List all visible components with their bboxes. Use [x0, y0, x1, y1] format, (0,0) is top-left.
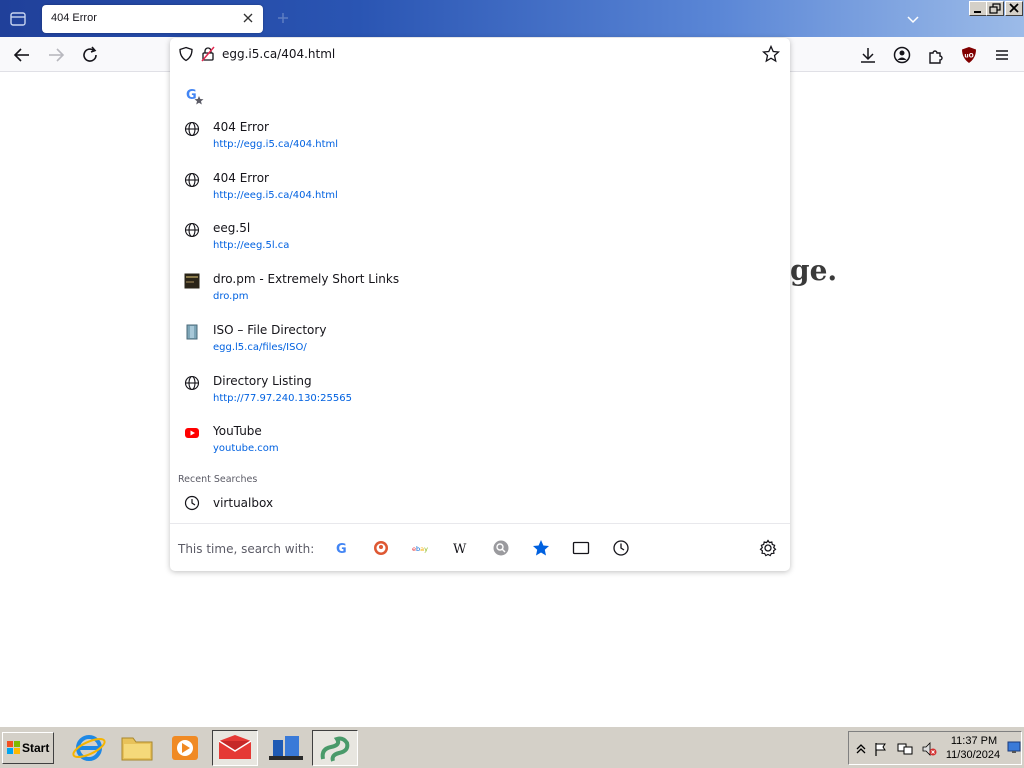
result-item[interactable]: YouTube youtube.com — [170, 421, 790, 467]
extensions-icon[interactable] — [926, 45, 946, 65]
clock-date[interactable]: 11/30/2024 — [943, 749, 1003, 761]
search-engine-icon[interactable] — [491, 538, 511, 558]
insecure-lock-icon[interactable] — [200, 46, 216, 62]
system-tray: 11:37 PM 11/30/2024 — [848, 731, 1022, 765]
back-icon[interactable] — [12, 45, 32, 65]
tracking-protection-shield-icon[interactable] — [178, 46, 194, 62]
duckduckgo-icon[interactable] — [371, 538, 391, 558]
dropm-favicon-icon — [184, 273, 200, 289]
svg-text:uO: uO — [964, 53, 973, 60]
svg-text:G: G — [336, 542, 347, 557]
action-center-flag-icon[interactable] — [873, 741, 889, 757]
bookmarks-star-icon[interactable] — [531, 538, 551, 558]
start-button[interactable]: Start — [2, 732, 54, 764]
taskbar-app-firefox[interactable] — [212, 730, 258, 766]
result-url: http://egg.i5.ca/404.html — [213, 139, 339, 150]
network-app-icon[interactable] — [263, 730, 309, 766]
result-url: egg.l5.ca/files/ISO/ — [213, 342, 307, 353]
gear-icon[interactable] — [758, 538, 778, 558]
result-url: dro.pm — [213, 291, 249, 302]
new-tab-icon[interactable] — [276, 11, 290, 25]
google-icon[interactable]: G — [332, 538, 352, 558]
iso-favicon-icon — [186, 324, 198, 340]
minimize-button[interactable] — [969, 1, 987, 16]
chevron-up-icon[interactable] — [853, 741, 869, 757]
search-with-bar: This time, search with: G ebay W — [170, 523, 790, 571]
recent-search-text: virtualbox — [213, 496, 274, 510]
windows-logo-icon — [7, 741, 20, 754]
forward-icon[interactable] — [46, 45, 66, 65]
result-item[interactable]: eeg.5l http://eeg.5l.ca — [170, 218, 790, 264]
result-item[interactable]: dro.pm - Extremely Short Links dro.pm — [170, 269, 790, 315]
tab-title: 404 Error — [51, 12, 97, 24]
history-icon[interactable] — [611, 538, 631, 558]
tabs-icon[interactable] — [571, 538, 591, 558]
reload-icon[interactable] — [80, 45, 100, 65]
result-title: 404 Error — [213, 120, 269, 134]
close-tab-icon[interactable] — [241, 11, 255, 25]
result-title: dro.pm - Extremely Short Links — [213, 272, 400, 286]
tab-404-error[interactable]: 404 Error — [42, 5, 263, 33]
ebay-icon[interactable]: ebay — [411, 538, 431, 558]
result-url: http://77.97.240.130:25565 — [213, 393, 352, 404]
bookmark-star-icon[interactable] — [762, 45, 780, 63]
result-title: ISO – File Directory — [213, 323, 327, 337]
result-url: youtube.com — [213, 443, 279, 454]
chevron-down-icon[interactable] — [905, 11, 921, 27]
result-item[interactable]: 404 Error http://eeg.i5.ca/404.html — [170, 168, 790, 214]
result-title: Directory Listing — [213, 374, 312, 388]
volume-muted-icon[interactable] — [921, 741, 937, 757]
page-heading-fragment: ge. — [790, 254, 838, 287]
result-item[interactable]: Directory Listing http://77.97.240.130:2… — [170, 371, 790, 417]
file-explorer-icon[interactable] — [114, 730, 160, 766]
taskbar: Start 11:37 PM 11/30/2024 — [0, 726, 1024, 768]
window-close-button[interactable] — [1005, 1, 1023, 16]
globe-icon — [184, 375, 200, 391]
result-item[interactable]: ISO – File Directory egg.l5.ca/files/ISO… — [170, 320, 790, 366]
media-player-icon[interactable] — [162, 730, 208, 766]
menu-icon[interactable] — [992, 45, 1012, 65]
network-icon[interactable] — [897, 741, 913, 757]
google-search-engine-icon[interactable]: G — [184, 85, 206, 107]
snake-app-icon — [320, 736, 350, 762]
account-icon[interactable] — [892, 45, 912, 65]
taskbar-app-snake[interactable] — [312, 730, 358, 766]
start-label: Start — [22, 741, 50, 755]
globe-icon — [184, 172, 200, 188]
result-url: http://eeg.5l.ca — [213, 240, 290, 251]
restore-button[interactable] — [986, 1, 1004, 16]
result-title: YouTube — [213, 424, 262, 438]
svg-text:ebay: ebay — [412, 545, 428, 553]
result-item[interactable]: 404 Error http://egg.i5.ca/404.html — [170, 117, 790, 163]
svg-text:G: G — [186, 88, 197, 103]
red-envelope-app-icon — [218, 735, 252, 759]
globe-icon — [184, 121, 200, 137]
url-input[interactable] — [222, 44, 742, 64]
tab-strip: 404 Error — [0, 0, 1024, 37]
youtube-icon — [185, 428, 199, 438]
firefox-view-icon[interactable] — [8, 9, 28, 29]
result-url: http://eeg.i5.ca/404.html — [213, 190, 338, 201]
svg-text:W: W — [453, 542, 467, 557]
search-with-label: This time, search with: — [178, 542, 315, 556]
result-title: 404 Error — [213, 171, 269, 185]
recent-searches-heading: Recent Searches — [178, 474, 258, 485]
show-desktop-icon[interactable] — [1007, 740, 1021, 754]
urlbar-popup: G 404 Error http://egg.i5.ca/404.html 40… — [170, 38, 790, 571]
clock-history-icon — [184, 495, 200, 511]
internet-explorer-icon[interactable] — [66, 730, 112, 766]
downloads-icon[interactable] — [858, 45, 878, 65]
result-title: eeg.5l — [213, 221, 251, 235]
clock-time[interactable]: 11:37 PM — [949, 735, 999, 747]
globe-icon — [184, 222, 200, 238]
recent-search-item[interactable]: virtualbox — [170, 492, 790, 518]
ublock-origin-icon[interactable]: uO — [959, 45, 979, 65]
wikipedia-icon[interactable]: W — [451, 538, 471, 558]
urlbar — [170, 38, 790, 70]
